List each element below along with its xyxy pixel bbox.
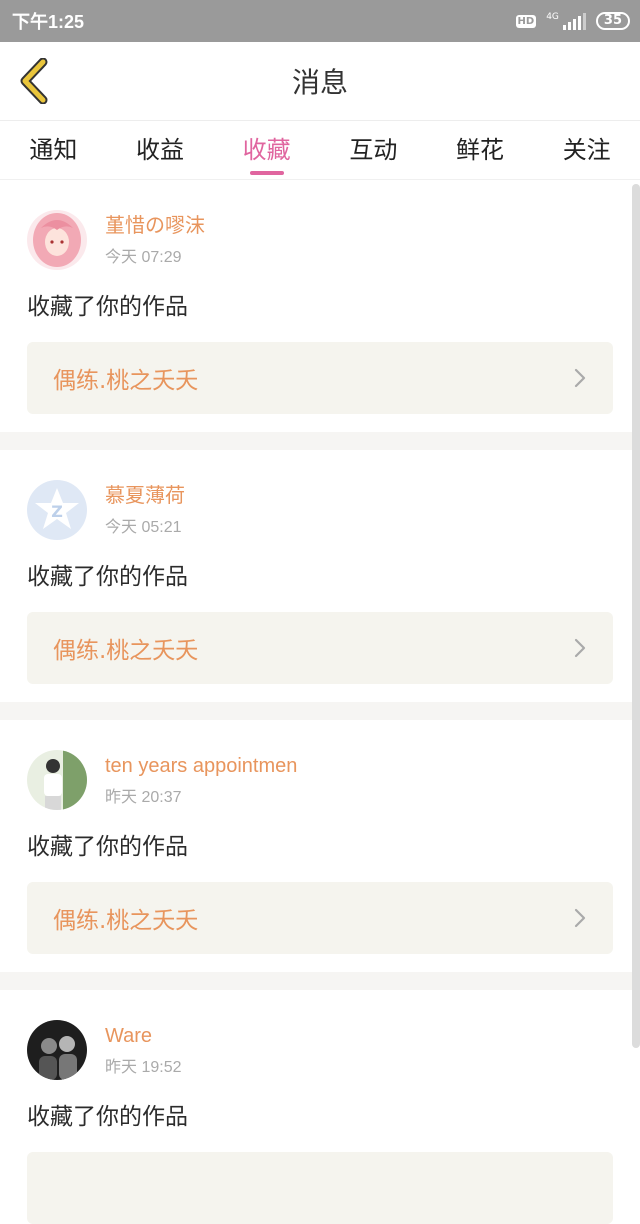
action-text: 收藏了你的作品 (27, 294, 188, 320)
tab-label: 鲜花 (456, 136, 505, 164)
status-icons: HD 4G 35 (515, 11, 630, 30)
chevron-left-icon (20, 58, 48, 104)
tab-notice[interactable]: 通知 (0, 121, 107, 179)
tab-interaction[interactable]: 互动 (320, 121, 427, 179)
user-name[interactable]: ten years appointmen (105, 754, 297, 778)
chevron-right-icon (574, 368, 586, 388)
avatar[interactable] (27, 750, 87, 810)
tab-earnings[interactable]: 收益 (107, 121, 214, 179)
work-link[interactable]: 偶练.桃之夭夭 (27, 612, 613, 684)
timestamp: 昨天 20:37 (105, 788, 182, 806)
timestamp: 今天 07:29 (105, 248, 182, 266)
divider (0, 432, 640, 450)
chevron-right-icon (574, 908, 586, 928)
person-photo-avatar-image (27, 750, 87, 810)
timestamp: 今天 05:21 (105, 518, 182, 536)
action-text: 收藏了你的作品 (27, 834, 188, 860)
avatar[interactable] (27, 1020, 87, 1080)
signal-icon: 4G (546, 11, 586, 30)
back-button[interactable] (14, 56, 54, 106)
tab-label: 收藏 (242, 136, 291, 164)
anime-girl-avatar-image (27, 210, 87, 270)
action-text: 收藏了你的作品 (27, 564, 188, 590)
page-title: 消息 (291, 66, 348, 99)
user-name[interactable]: 堇惜の嘐沫 (105, 214, 205, 238)
chevron-right-icon (574, 638, 586, 658)
active-tab-indicator (249, 171, 284, 175)
default-star-avatar-image: Z (27, 480, 87, 540)
work-link[interactable] (27, 1152, 613, 1224)
header: 消息 (0, 42, 640, 121)
action-text: 收藏了你的作品 (27, 1104, 188, 1130)
work-title: 偶练.桃之夭夭 (53, 908, 199, 934)
tab-favorites[interactable]: 收藏 (213, 121, 320, 179)
timestamp: 昨天 19:52 (105, 1058, 182, 1076)
message-card: Z 慕夏薄荷 今天 05:21 收藏了你的作品 偶练.桃之夭夭 (0, 450, 640, 684)
dark-photo-avatar-image (27, 1020, 87, 1080)
work-link[interactable]: 偶练.桃之夭夭 (27, 882, 613, 954)
tab-bar: 通知 收益 收藏 互动 鲜花 关注 (0, 121, 640, 180)
tab-label: 通知 (29, 136, 78, 164)
status-bar: 下午1:25 HD 4G 35 (0, 0, 640, 42)
divider (0, 972, 640, 990)
scrollbar[interactable] (632, 184, 640, 1048)
message-card: ten years appointmen 昨天 20:37 收藏了你的作品 偶练… (0, 720, 640, 954)
tab-label: 互动 (349, 136, 398, 164)
message-list: 堇惜の嘐沫 今天 07:29 收藏了你的作品 偶练.桃之夭夭 Z 慕夏薄荷 今天… (0, 180, 640, 1224)
work-title: 偶练.桃之夭夭 (53, 368, 199, 394)
avatar[interactable] (27, 210, 87, 270)
battery-icon: 35 (595, 12, 630, 30)
svg-text:Z: Z (51, 502, 63, 521)
hd-icon: HD (515, 14, 537, 28)
message-card: 堇惜の嘐沫 今天 07:29 收藏了你的作品 偶练.桃之夭夭 (0, 180, 640, 414)
tab-following[interactable]: 关注 (533, 121, 640, 179)
avatar[interactable]: Z (27, 480, 87, 540)
status-time: 下午1:25 (12, 12, 85, 32)
work-title: 偶练.桃之夭夭 (53, 638, 199, 664)
message-card: Ware 昨天 19:52 收藏了你的作品 (0, 990, 640, 1224)
tab-label: 收益 (136, 136, 184, 164)
network-type-label: 4G (546, 11, 559, 22)
tab-label: 关注 (562, 136, 611, 164)
user-name[interactable]: Ware (105, 1024, 182, 1048)
user-name[interactable]: 慕夏薄荷 (105, 484, 185, 508)
tab-flowers[interactable]: 鲜花 (427, 121, 534, 179)
divider (0, 702, 640, 720)
work-link[interactable]: 偶练.桃之夭夭 (27, 342, 613, 414)
